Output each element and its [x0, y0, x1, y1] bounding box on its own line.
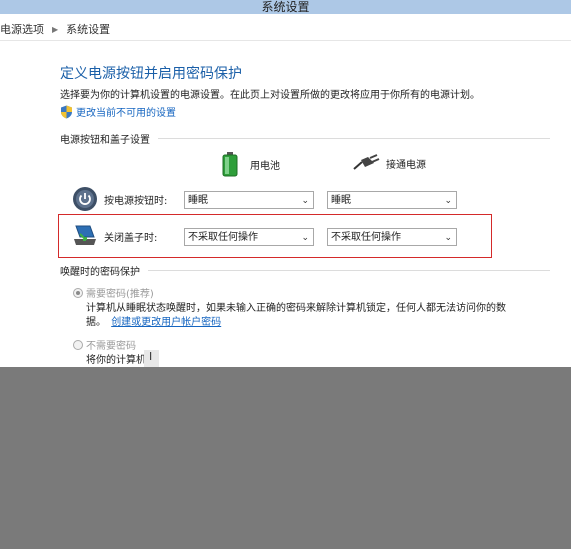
breadcrumb-system-settings[interactable]: 系统设置: [66, 21, 110, 37]
no-password-description: 将你的计算机: [86, 355, 146, 366]
change-settings-row[interactable]: 更改当前不可用的设置: [60, 104, 176, 119]
power-button-row: 按电源按钮时:: [72, 186, 182, 212]
laptop-lid-icon: [74, 225, 96, 245]
battery-icon: [222, 152, 238, 177]
lid-ac-value: 不采取任何操作: [331, 232, 401, 243]
change-unavailable-settings-link[interactable]: 更改当前不可用的设置: [76, 104, 176, 119]
lid-label: 关闭盖子时:: [104, 232, 158, 244]
title-bar: 系统设置: [0, 0, 571, 14]
lid-battery-select[interactable]: 不采取任何操作 ⌄: [184, 228, 314, 246]
lid-battery-value: 不采取任何操作: [188, 232, 258, 243]
page-title: 定义电源按钮并启用密码保护: [60, 66, 242, 82]
require-password-radio[interactable]: [73, 288, 83, 298]
power-button-icon: [73, 187, 97, 211]
lid-row: 关闭盖子时:: [72, 224, 182, 248]
window-title: 系统设置: [261, 0, 310, 14]
chevron-right-icon: ▶: [52, 24, 59, 34]
chevron-down-icon: ⌄: [444, 196, 452, 206]
breadcrumb-power-options[interactable]: 电源选项: [0, 21, 44, 37]
no-password-label: 不需要密码: [86, 341, 136, 352]
settings-window: 系统设置 电源选项 ▶ 系统设置 定义电源按钮并启用密码保护 选择要为你的计算机…: [0, 0, 571, 367]
battery-column-header: 用电池: [220, 151, 280, 177]
no-password-radio[interactable]: [73, 340, 83, 350]
section-divider: [148, 270, 550, 271]
power-plug-icon: [353, 154, 380, 170]
breadcrumb: 电源选项 ▶ 系统设置: [0, 18, 571, 41]
password-section-title: 唤醒时的密码保护: [60, 267, 140, 278]
page-description: 选择要为你的计算机设置的电源设置。在此页上对设置所做的更改将应用于你所有的电源计…: [60, 90, 480, 101]
power-button-ac-value: 睡眠: [331, 195, 351, 206]
power-button-battery-value: 睡眠: [188, 195, 208, 206]
power-section-title: 电源按钮和盖子设置: [60, 135, 150, 146]
require-password-label: 需要密码(推荐): [86, 289, 154, 300]
text-cursor-icon: I: [144, 350, 159, 367]
require-password-desc-end: 据。: [86, 317, 106, 328]
section-divider: [158, 138, 550, 139]
ac-column-header: 接通电源: [352, 153, 426, 173]
battery-label: 用电池: [250, 160, 280, 172]
require-password-description: 计算机从睡眠状态唤醒时，如果未输入正确的密码来解除计算机锁定，任何人都无法访问你…: [86, 303, 506, 314]
chevron-down-icon: ⌄: [301, 233, 309, 243]
power-button-ac-select[interactable]: 睡眠 ⌄: [327, 191, 457, 209]
chevron-down-icon: ⌄: [444, 233, 452, 243]
power-button-battery-select[interactable]: 睡眠 ⌄: [184, 191, 314, 209]
ac-label: 接通电源: [386, 159, 426, 171]
power-button-label: 按电源按钮时:: [104, 195, 168, 207]
lid-ac-select[interactable]: 不采取任何操作 ⌄: [327, 228, 457, 246]
require-password-desc-line2: 据。 创建或更改用户帐户密码: [86, 313, 221, 328]
shield-icon: [61, 105, 72, 118]
create-password-link[interactable]: 创建或更改用户帐户密码: [111, 317, 221, 328]
chevron-down-icon: ⌄: [301, 196, 309, 206]
